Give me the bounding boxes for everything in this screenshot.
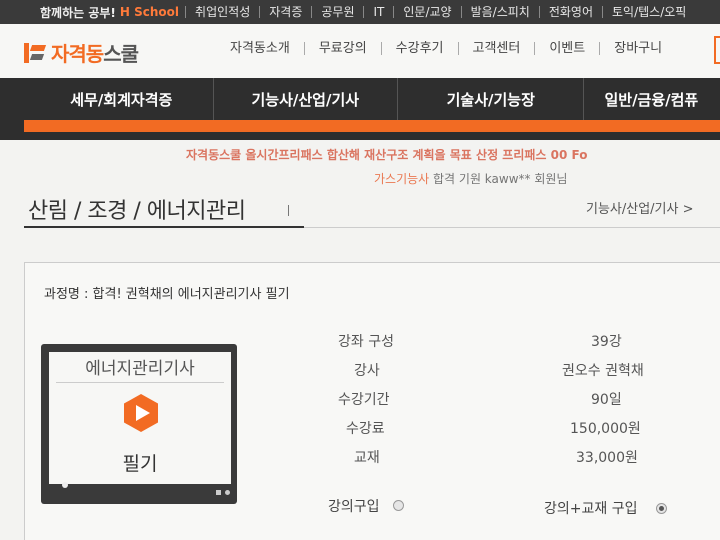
main-nav: 자격동소개 무료강의 수강후기 고객센터 이벤트 장바구니 — [222, 42, 676, 55]
thumbnail-subtitle: 필기 — [122, 453, 158, 475]
settings-icon[interactable] — [216, 490, 221, 495]
site-logo[interactable]: 자격동스쿨 — [24, 38, 139, 67]
nav-cart[interactable]: 장바구니 — [599, 42, 676, 55]
course-name: 과정명 : 합격! 권혁채의 에너지관리기사 필기 — [44, 287, 290, 302]
breadcrumb[interactable]: 기능사/산업/기사 > — [586, 198, 694, 217]
logo-text: 자격동스쿨 — [51, 42, 139, 66]
info-label-instructor: 강사 — [354, 363, 380, 379]
family-link-job[interactable]: 취업인적성 — [185, 6, 259, 18]
category-accent-bar — [24, 120, 720, 132]
option-lecture-book-radio[interactable] — [656, 503, 667, 514]
page-title: 산림 / 조경 / 에너지관리 — [28, 199, 246, 224]
nav-about[interactable]: 자격동소개 — [222, 42, 304, 55]
info-label-period: 수강기간 — [338, 392, 390, 408]
pass-ticker-line[interactable]: 가스기능사 합격 기원 kaww** 회원님 — [374, 170, 567, 187]
option-lecture-book-label[interactable]: 강의+교재 구입 — [544, 498, 637, 518]
thumbnail-title: 에너지관리기사 — [85, 359, 195, 379]
header-login-button[interactable] — [714, 36, 720, 64]
info-value-fee: 150,000원 — [570, 421, 641, 437]
info-value-period: 90일 — [591, 392, 622, 408]
category-general-finance[interactable]: 일반/금융/컴퓨 — [583, 78, 720, 120]
category-tax-accounting[interactable]: 세무/회계자격증 — [0, 78, 213, 120]
info-label-fee: 수강료 — [346, 421, 385, 437]
nav-customer-center[interactable]: 고객센터 — [457, 42, 535, 55]
news-ticker-line[interactable]: 자격동스쿨 올시간프리패스 합산해 재산구조 계획을 목표 산정 프리패스 00… — [186, 146, 587, 163]
nav-events[interactable]: 이벤트 — [534, 42, 599, 55]
info-label-textbook: 교재 — [354, 450, 380, 466]
logo-mark-icon — [24, 41, 48, 65]
info-value-lectures: 39강 — [591, 334, 622, 350]
progress-dot-icon — [62, 482, 68, 488]
promo-text: 함께하는 공부! — [40, 5, 116, 20]
nav-shadow-bottom — [24, 132, 720, 140]
title-divider — [288, 205, 289, 216]
info-value-instructor: 권오수 권혁채 — [562, 363, 644, 379]
family-link-civil[interactable]: 공무원 — [311, 6, 363, 18]
category-nav: 세무/회계자격증 기능사/산업/기사 기술사/기능장 일반/금융/컴퓨 — [0, 78, 720, 120]
family-link-speech[interactable]: 발음/스피치 — [460, 6, 539, 18]
play-icon[interactable] — [121, 393, 161, 433]
option-lecture-only-label[interactable]: 강의구입 — [328, 496, 380, 516]
top-family-bar: 함께하는 공부! H School 취업인적성 자격증 공무원 IT 인문/교양… — [0, 0, 720, 24]
nav-free-lectures[interactable]: 무료강의 — [303, 42, 381, 55]
category-technician[interactable]: 기능사/산업/기사 — [212, 78, 398, 120]
info-value-textbook: 33,000원 — [576, 450, 638, 466]
hschool-link[interactable]: H School — [120, 5, 179, 19]
title-underline — [24, 226, 304, 228]
family-link-humanities[interactable]: 인문/교양 — [393, 6, 460, 18]
category-professional-engineer[interactable]: 기술사/기능장 — [397, 78, 583, 120]
info-label-lectures: 강좌 구성 — [338, 334, 394, 350]
family-link-phone-english[interactable]: 전화영어 — [538, 6, 602, 18]
fullscreen-icon[interactable] — [225, 490, 230, 495]
nav-reviews[interactable]: 수강후기 — [380, 42, 458, 55]
site-header: 자격동스쿨 자격동소개 무료강의 수강후기 고객센터 이벤트 장바구니 — [0, 24, 720, 78]
family-link-cert[interactable]: 자격증 — [259, 6, 311, 18]
family-link-it[interactable]: IT — [363, 6, 393, 18]
family-link-toeic[interactable]: 토익/텝스/오픽 — [602, 6, 695, 18]
option-lecture-only-radio[interactable] — [393, 500, 404, 511]
title-rule — [304, 227, 720, 228]
thumbnail-divider — [56, 382, 224, 383]
nav-shadow — [0, 120, 24, 140]
